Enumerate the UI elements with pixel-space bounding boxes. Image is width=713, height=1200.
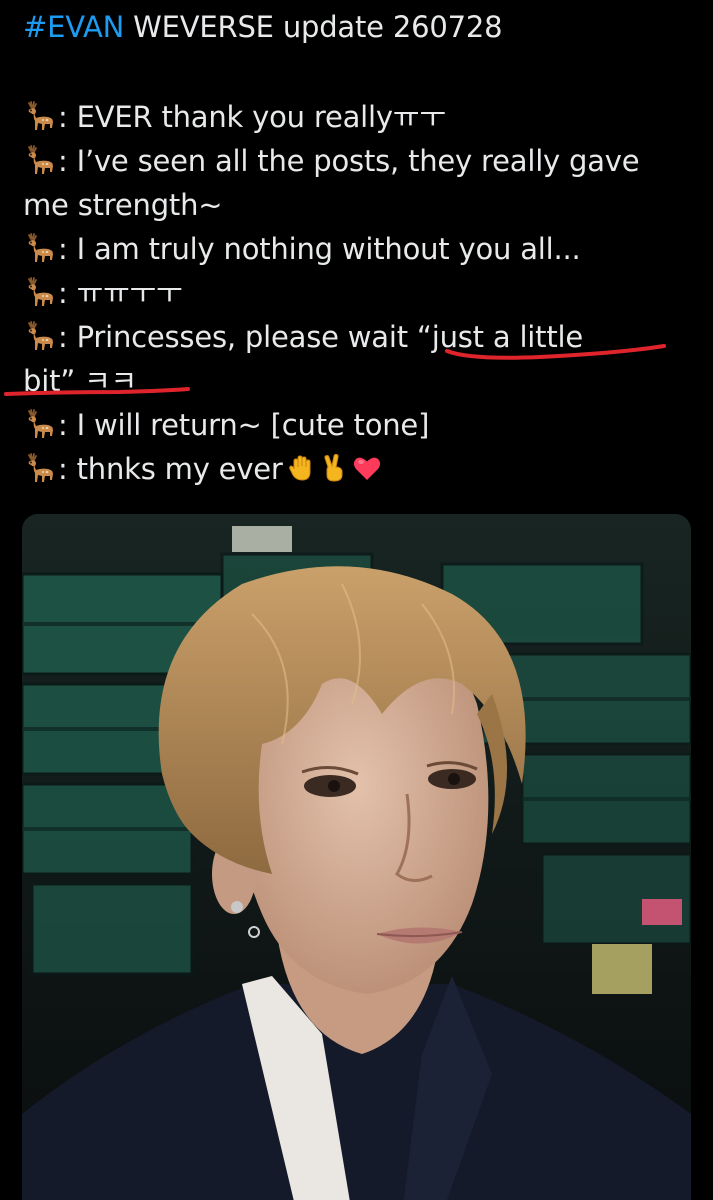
- deer-icon: [23, 99, 57, 133]
- line-prefix: :: [58, 452, 77, 486]
- line-prefix: :: [58, 408, 77, 442]
- hashtag-link[interactable]: #EVAN: [23, 10, 124, 44]
- headline-text: WEVERSE update 260728: [124, 10, 503, 44]
- message-line: : thnks my ever: [23, 447, 703, 491]
- line-prefix: :: [58, 232, 77, 266]
- line-text: bit” ㅋㅋ: [23, 364, 138, 398]
- victory-hand-icon: [319, 453, 349, 483]
- message-line: : I’ve seen all the posts, they really g…: [23, 139, 703, 183]
- message-line: : I am truly nothing without you all...: [23, 227, 703, 271]
- line-text: Princesses, please wait “just a little: [76, 320, 584, 354]
- message-line: : EVER thank you reallyㅠㅜ: [23, 95, 703, 139]
- line-text: me strength~: [23, 188, 223, 222]
- line-text: thnks my ever: [76, 452, 283, 486]
- message-line: : ㅠㅠㅜㅜ: [23, 271, 703, 315]
- line-prefix: :: [58, 320, 77, 354]
- deer-icon: [23, 275, 57, 309]
- message-line: : Princesses, please wait “just a little: [23, 315, 703, 359]
- message-line-continued: me strength~: [23, 183, 703, 227]
- tweet-headline: #EVAN WEVERSE update 260728: [23, 5, 703, 49]
- line-text: EVER thank you reallyㅠㅜ: [76, 100, 446, 134]
- line-text: I’ve seen all the posts, they really gav…: [76, 144, 640, 178]
- line-prefix: :: [58, 276, 77, 310]
- deer-icon: [23, 319, 57, 353]
- message-line: : I will return~ [cute tone]: [23, 403, 703, 447]
- deer-icon: [23, 231, 57, 265]
- line-prefix: :: [58, 144, 77, 178]
- tweet-photo[interactable]: [22, 514, 691, 1200]
- deer-icon: [23, 407, 57, 441]
- selfie-photo: [22, 514, 691, 1200]
- red-heart-icon: [352, 453, 382, 483]
- tweet-text: #EVAN WEVERSE update 260728 : EVER thank…: [23, 0, 703, 491]
- message-line-continued: bit” ㅋㅋ: [23, 359, 703, 403]
- deer-icon: [23, 143, 57, 177]
- raised-hand-icon: [286, 453, 316, 483]
- deer-icon: [23, 451, 57, 485]
- line-prefix: :: [58, 100, 77, 134]
- line-text: ㅠㅠㅜㅜ: [76, 276, 183, 310]
- line-text: I will return~ [cute tone]: [76, 408, 430, 442]
- line-text: I am truly nothing without you all...: [76, 232, 581, 266]
